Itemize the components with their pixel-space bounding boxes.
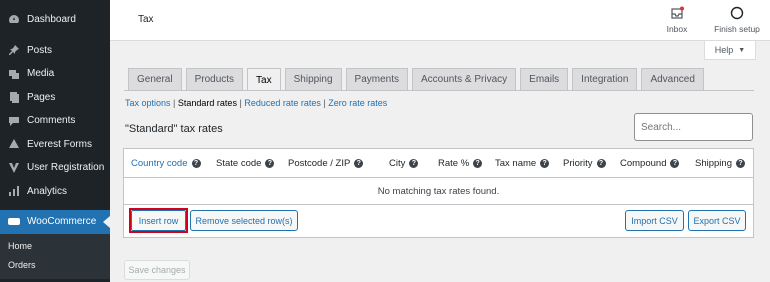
- tax-rates-table: Country code? State code? Postcode / ZIP…: [123, 148, 754, 238]
- column-compound: Compound?: [620, 158, 680, 169]
- inbox-button[interactable]: Inbox: [664, 6, 690, 34]
- table-footer: Insert row Remove selected row(s) Import…: [124, 205, 753, 237]
- column-priority: Priority?: [563, 158, 606, 169]
- sidebar-item-label: Media: [27, 68, 55, 80]
- help-icon[interactable]: ?: [265, 159, 275, 168]
- woocommerce-submenu: Home Orders: [0, 233, 110, 279]
- help-icon[interactable]: ?: [191, 159, 201, 168]
- inbox-label: Inbox: [666, 24, 688, 34]
- help-icon[interactable]: ?: [735, 159, 745, 168]
- empty-message: No matching tax rates found.: [124, 178, 753, 205]
- sidebar-item-label: WooCommerce: [27, 216, 97, 228]
- import-csv-button[interactable]: Import CSV: [625, 210, 684, 231]
- tab-integration[interactable]: Integration: [572, 68, 638, 90]
- link-zero-rates[interactable]: Zero rate rates: [328, 98, 387, 108]
- help-label: Help: [714, 45, 734, 55]
- remove-rows-button[interactable]: Remove selected row(s): [190, 210, 298, 231]
- help-icon[interactable]: ?: [540, 159, 550, 168]
- tab-products[interactable]: Products: [185, 68, 244, 90]
- submenu-item-orders[interactable]: Orders: [0, 256, 110, 275]
- column-shipping: Shipping?: [695, 158, 745, 169]
- help-icon[interactable]: ?: [473, 159, 483, 168]
- inbox-icon: [671, 6, 684, 19]
- sidebar-item-label: Posts: [27, 44, 53, 56]
- forms-icon: [8, 138, 20, 150]
- dashboard-icon: [8, 14, 20, 26]
- link-standard-rates[interactable]: Standard rates: [178, 98, 237, 108]
- pages-icon: [8, 91, 20, 104]
- finish-setup-label: Finish setup: [714, 24, 760, 34]
- column-country-code[interactable]: Country code?: [131, 158, 201, 169]
- sidebar-item-label: Dashboard: [27, 14, 76, 26]
- column-postcode: Postcode / ZIP?: [288, 158, 364, 169]
- column-tax-name: Tax name?: [495, 158, 550, 169]
- settings-tabs: General Products Tax Shipping Payments A…: [128, 68, 704, 91]
- export-csv-button[interactable]: Export CSV: [688, 210, 746, 231]
- sidebar-item-woocommerce[interactable]: WooCommerce: [0, 210, 110, 234]
- finish-setup-button[interactable]: Finish setup: [710, 6, 764, 34]
- sidebar-item-dashboard[interactable]: Dashboard: [0, 8, 110, 32]
- sidebar-item-comments[interactable]: Comments: [0, 109, 110, 133]
- sidebar-item-label: Everest Forms: [27, 138, 93, 150]
- top-header: Tax Inbox Finish setup: [110, 0, 770, 41]
- sidebar-item-everest-forms[interactable]: Everest Forms: [0, 133, 110, 157]
- save-changes-button[interactable]: Save changes: [124, 260, 190, 280]
- help-icon[interactable]: ?: [596, 159, 606, 168]
- sidebar-item-pages[interactable]: Pages: [0, 86, 110, 110]
- sidebar-item-label: User Registration: [27, 162, 105, 174]
- column-rate: Rate %?: [438, 158, 483, 169]
- section-title: "Standard" tax rates: [125, 123, 223, 135]
- tab-advanced[interactable]: Advanced: [641, 68, 704, 90]
- insert-row-highlight: Insert row: [129, 208, 188, 233]
- tab-shipping[interactable]: Shipping: [284, 68, 342, 90]
- column-city: City?: [389, 158, 419, 169]
- admin-sidebar: Dashboard Posts Media Pages Comments Eve…: [0, 0, 110, 282]
- insert-row-button[interactable]: Insert row: [131, 210, 186, 231]
- caret-down-icon: ▼: [738, 46, 746, 54]
- sidebar-item-user-registration[interactable]: User Registration: [0, 156, 110, 180]
- sidebar-item-analytics[interactable]: Analytics: [0, 180, 110, 204]
- progress-circle-icon: [730, 6, 744, 20]
- help-icon[interactable]: ?: [354, 159, 364, 168]
- tab-tax[interactable]: Tax: [247, 68, 281, 91]
- user-registration-icon: [8, 162, 20, 174]
- submenu-item-home[interactable]: Home: [0, 237, 110, 256]
- table-header: Country code? State code? Postcode / ZIP…: [124, 149, 753, 178]
- sidebar-item-label: Comments: [27, 115, 76, 127]
- tab-accounts-privacy[interactable]: Accounts & Privacy: [412, 68, 517, 90]
- pin-icon: [8, 44, 20, 56]
- tabs-divider: [124, 90, 754, 91]
- help-icon[interactable]: ?: [670, 159, 680, 168]
- help-button[interactable]: Help ▼: [704, 41, 756, 60]
- sidebar-item-label: Analytics: [27, 185, 68, 197]
- page-title: Tax: [138, 14, 154, 25]
- tab-emails[interactable]: Emails: [520, 68, 569, 90]
- tax-subnav: Tax options | Standard rates | Reduced r…: [125, 98, 388, 108]
- column-state-code: State code?: [216, 158, 275, 169]
- sidebar-item-media[interactable]: Media: [0, 62, 110, 86]
- analytics-icon: [8, 185, 20, 197]
- media-icon: [8, 68, 20, 80]
- search-input[interactable]: [634, 113, 753, 141]
- sidebar-item-posts[interactable]: Posts: [0, 39, 110, 63]
- tab-general[interactable]: General: [128, 68, 182, 90]
- woocommerce-icon: [8, 216, 20, 228]
- comment-icon: [8, 115, 20, 127]
- link-reduced-rates[interactable]: Reduced rate rates: [244, 98, 321, 108]
- help-icon[interactable]: ?: [409, 159, 419, 168]
- tab-payments[interactable]: Payments: [345, 68, 408, 90]
- sidebar-item-label: Pages: [27, 91, 56, 103]
- link-tax-options[interactable]: Tax options: [125, 98, 171, 108]
